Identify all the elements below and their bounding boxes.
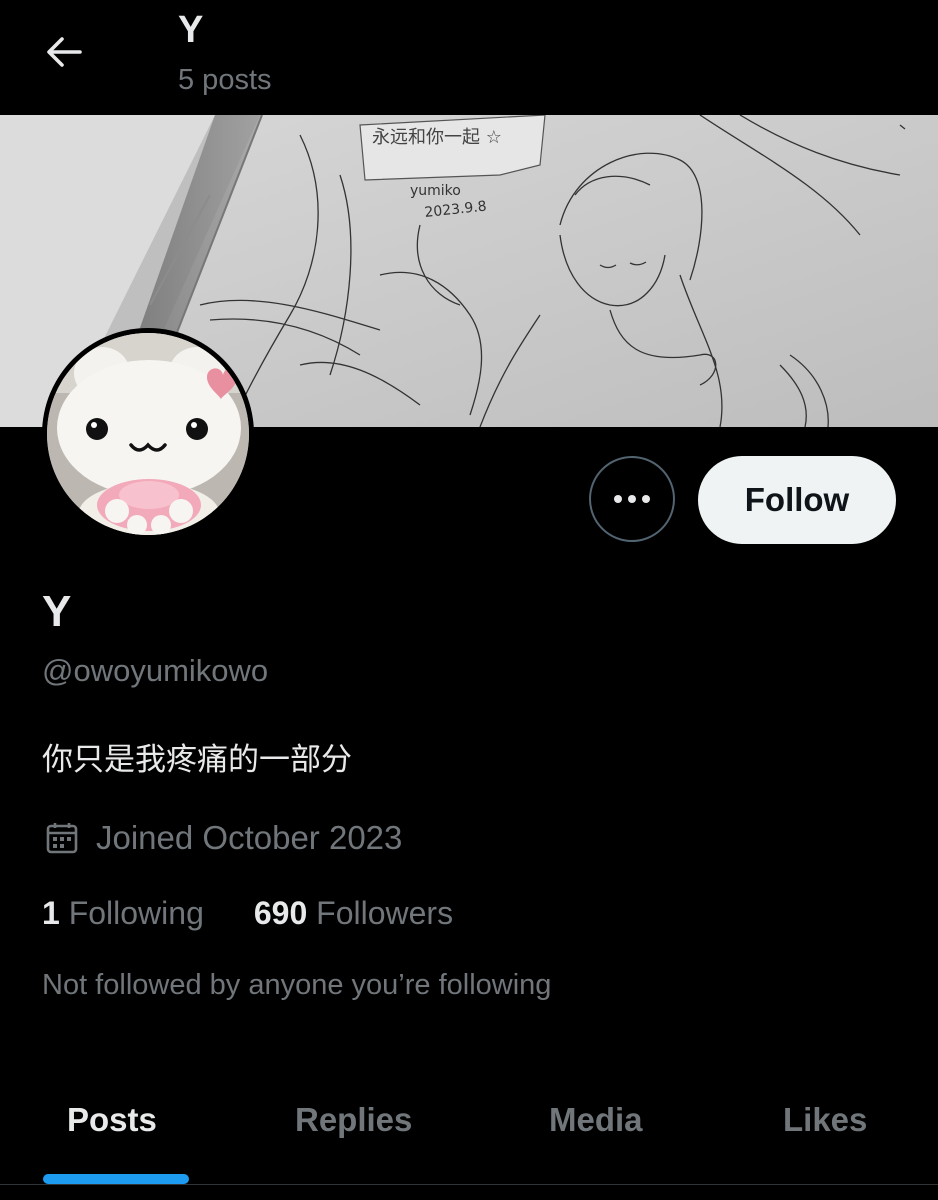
back-arrow-icon xyxy=(47,37,82,67)
joined-text: Joined October 2023 xyxy=(96,819,403,856)
followers-link[interactable]: 690 Followers xyxy=(254,892,453,934)
tab-replies[interactable]: Replies xyxy=(295,1098,412,1142)
following-count: 1 xyxy=(42,895,60,931)
banner-sketch-signature: yumiko xyxy=(410,183,461,199)
more-options-button[interactable] xyxy=(589,456,675,542)
tabs-divider xyxy=(0,1184,938,1185)
profile-handle: @owoyumikowo xyxy=(42,653,269,688)
profile-tabs: Posts Replies Media Likes xyxy=(0,1080,938,1200)
following-link[interactable]: 1 Following xyxy=(42,892,204,934)
display-name: Y xyxy=(42,587,72,636)
not-followed-notice: Not followed by anyone you’re following xyxy=(42,969,552,1001)
profile-bio: 你只是我疼痛的一部分 xyxy=(42,742,352,777)
tab-posts[interactable]: Posts xyxy=(67,1098,157,1142)
tab-media[interactable]: Media xyxy=(549,1098,643,1142)
banner-sketch-note: 永远和你一起 ☆ xyxy=(372,127,502,148)
avatar-plush-image xyxy=(47,333,249,535)
tab-likes[interactable]: Likes xyxy=(783,1098,867,1142)
profile-avatar[interactable] xyxy=(42,328,254,540)
back-button[interactable] xyxy=(36,24,92,80)
active-tab-indicator xyxy=(43,1174,189,1184)
header-title: Y xyxy=(178,9,204,51)
follow-stats: 1 Following 690 Followers xyxy=(42,892,453,934)
joined-date: Joined October 2023 xyxy=(42,816,402,860)
top-bar: Y 5 posts xyxy=(0,0,938,115)
followers-label: Followers xyxy=(316,895,454,931)
more-dots-icon xyxy=(614,495,650,503)
post-count: 5 posts xyxy=(178,64,272,96)
calendar-icon xyxy=(42,818,82,858)
follow-button[interactable]: Follow xyxy=(698,456,896,544)
following-label: Following xyxy=(68,895,204,931)
followers-count: 690 xyxy=(253,895,308,931)
